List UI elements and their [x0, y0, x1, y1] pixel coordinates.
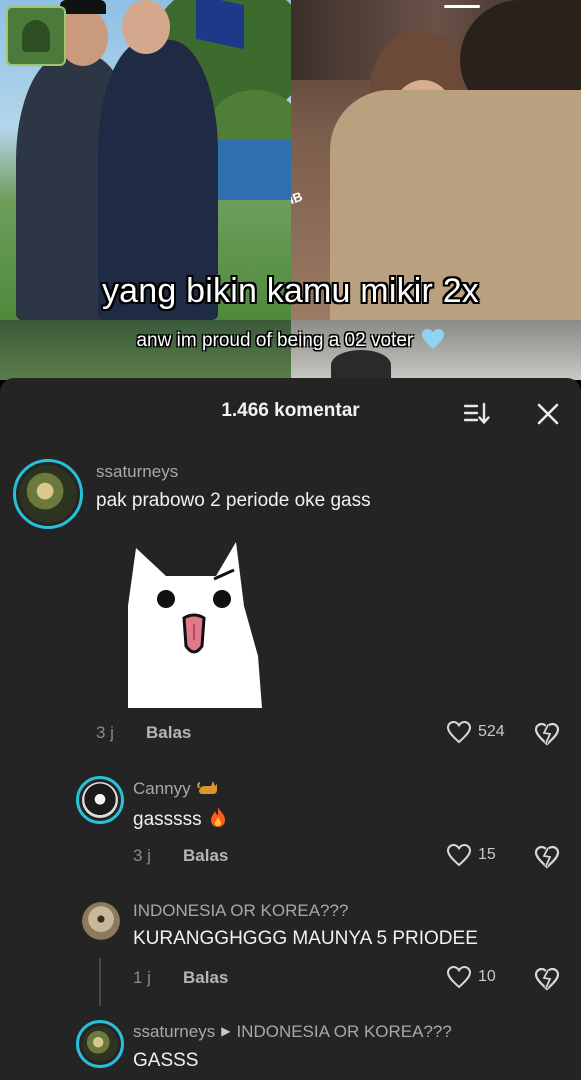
cat-emoji-icon — [197, 781, 218, 794]
reply-button[interactable]: Balas — [183, 968, 228, 988]
reply-button[interactable]: Balas — [183, 846, 228, 866]
comment-time: 3 j — [96, 723, 114, 742]
avatar[interactable] — [76, 776, 124, 824]
dislike-icon[interactable] — [534, 966, 560, 992]
dislike-icon[interactable] — [534, 721, 560, 747]
avatar[interactable] — [13, 459, 83, 529]
heart-outline-icon — [446, 843, 472, 867]
reply-time: 1 j — [133, 968, 151, 987]
comments-sheet: 1.466 komentar ssaturneys pak prabowo 2 … — [0, 378, 581, 1080]
reply-username-text: ssaturneys — [133, 1022, 216, 1041]
reply-button[interactable]: Balas — [146, 723, 191, 743]
channel-logo-icon — [6, 6, 66, 66]
reply-to-username: INDONESIA OR KOREA??? — [236, 1022, 452, 1041]
video-caption-sub: anw im proud of being a 02 voter — [0, 328, 581, 352]
thread-line — [99, 958, 101, 1006]
reply-username[interactable]: Cannyy — [133, 778, 219, 799]
reply-text: gasssss — [133, 806, 228, 831]
like-button[interactable]: 10 — [446, 965, 496, 989]
like-button[interactable]: 15 — [446, 843, 496, 867]
comment-username[interactable]: ssaturneys — [96, 462, 178, 482]
like-count: 15 — [478, 846, 496, 863]
light-blue-heart-icon — [421, 329, 444, 349]
reply-to-arrow-icon: ▶ — [221, 1024, 231, 1038]
sort-icon[interactable] — [462, 400, 492, 428]
heart-outline-icon — [446, 720, 472, 744]
reply-text: GASSS — [133, 1050, 199, 1071]
reply-username[interactable]: ssaturneys ▶ INDONESIA OR KOREA??? — [133, 1022, 452, 1042]
comment-text: pak prabowo 2 periode oke gass — [96, 490, 371, 511]
reply-time: 3 j — [133, 846, 151, 865]
video-caption-sub-text: anw im proud of being a 02 voter — [136, 330, 414, 351]
reply-username[interactable]: INDONESIA OR KOREA??? — [133, 901, 348, 921]
dislike-icon[interactable] — [534, 844, 560, 870]
fire-emoji-icon — [210, 807, 225, 827]
reply-text-content: gasssss — [133, 809, 202, 830]
like-count: 524 — [478, 723, 505, 740]
heart-outline-icon — [446, 965, 472, 989]
close-icon[interactable] — [534, 400, 562, 428]
video-caption-main: yang bikin kamu mikir 2x — [101, 272, 480, 310]
video-player[interactable]: IB yang bikin kamu mikir 2x anw im proud… — [0, 0, 581, 380]
avatar[interactable] — [76, 1020, 124, 1068]
like-count: 10 — [478, 968, 496, 985]
like-button[interactable]: 524 — [446, 720, 505, 744]
reply-username-text: Cannyy — [133, 779, 191, 798]
white-cat-sticker — [128, 542, 262, 708]
story-progress-bar — [444, 5, 480, 8]
reply-text: KURANGGHGGG MAUNYA 5 PRIODEE — [133, 928, 478, 949]
comments-count-title: 1.466 komentar — [221, 400, 360, 421]
avatar[interactable] — [82, 902, 120, 940]
